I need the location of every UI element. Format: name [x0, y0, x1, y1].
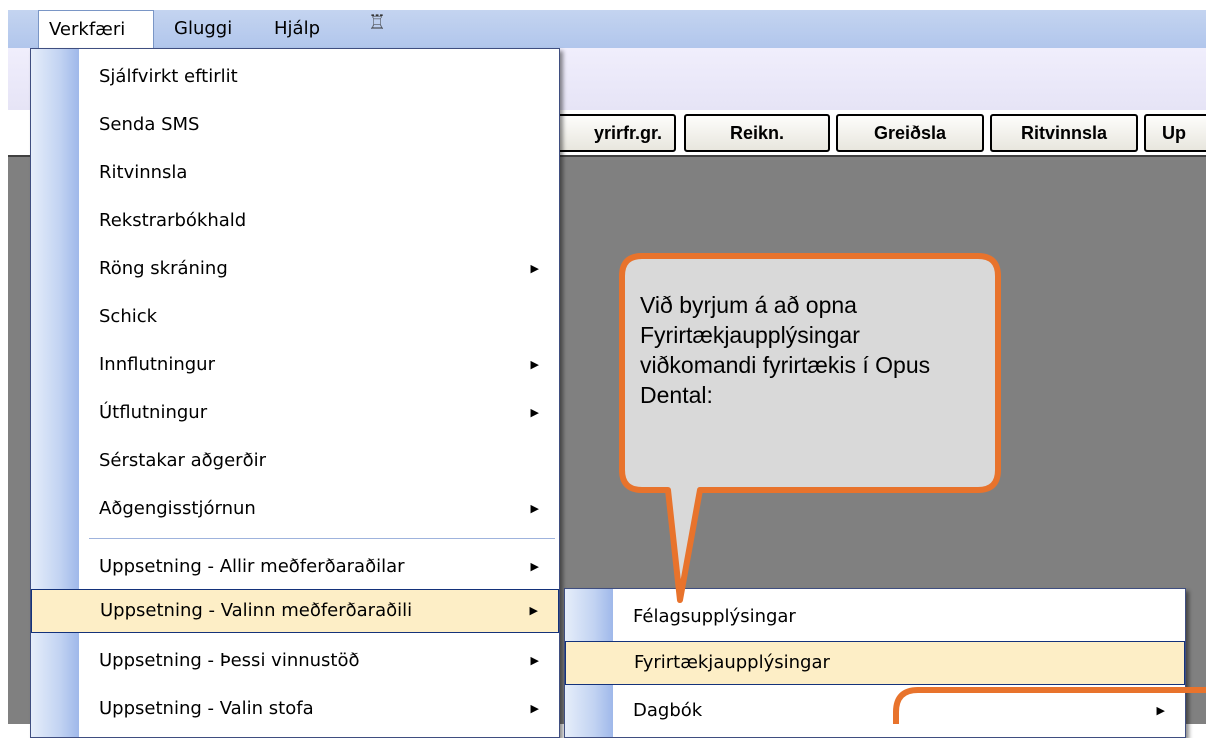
callout-text: Við byrjum á að opna Fyrirtækjaupplýsing… [640, 292, 931, 408]
callout-graphics [619, 253, 1206, 724]
second-callout-edge [893, 687, 1206, 724]
